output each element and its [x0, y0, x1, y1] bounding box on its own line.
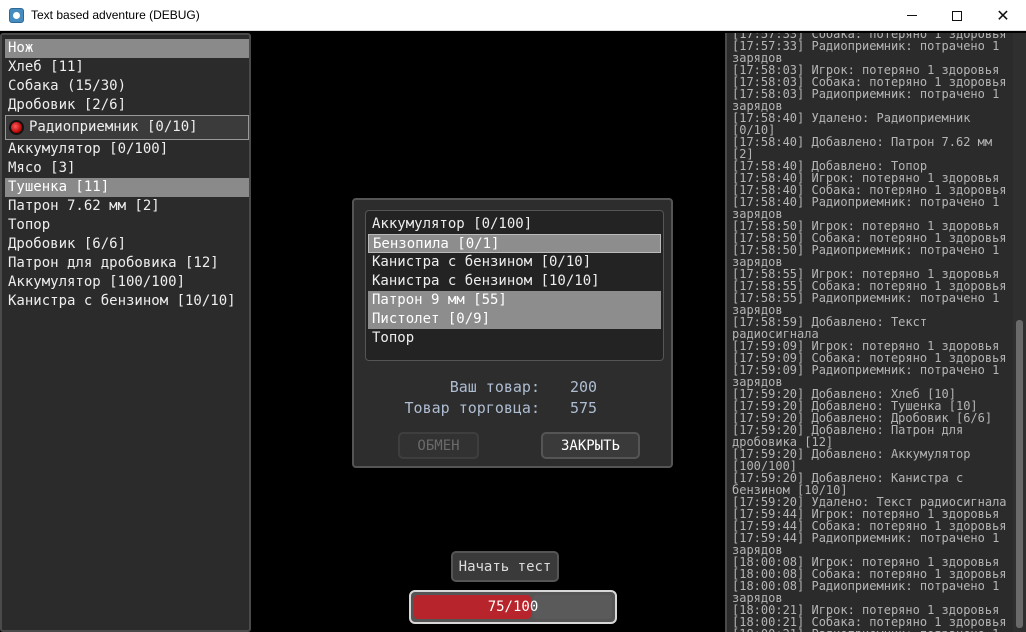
your-goods-row: Ваш товар: 200	[354, 378, 675, 398]
inventory-item[interactable]: Канистра с бензином [10/10]	[5, 292, 249, 311]
inventory-item-label: Дробовик [2/6]	[8, 97, 127, 113]
inventory-item-label: Тушенка [11]	[8, 179, 110, 195]
log-scrollbar[interactable]	[1013, 33, 1026, 632]
inventory-item-label: Хлеб [11]	[8, 59, 84, 75]
log-scroll-thumb[interactable]	[1016, 320, 1023, 628]
log-line: [17:58:59] Добавлено: Текст радиосигнала	[732, 315, 935, 341]
inventory-item-label: Аккумулятор [100/100]	[8, 274, 186, 290]
trader-goods-label: Товар торговца:	[404, 399, 540, 417]
title-bar[interactable]: Text based adventure (DEBUG) ✕	[0, 0, 1026, 31]
inventory-item[interactable]: Аккумулятор [100/100]	[5, 273, 249, 292]
inventory-item[interactable]: Патрон 7.62 мм [2]	[5, 197, 249, 216]
inventory-panel: Нож Хлеб [11] Собака (15/30) Дробовик [2/6]…	[0, 33, 251, 632]
inventory-item[interactable]: Патрон для дробовика [12]	[5, 254, 249, 273]
inventory-item[interactable]: Топор	[5, 216, 249, 235]
trader-goods-value: 575	[570, 399, 598, 417]
log-line: [17:58:40] Добавлено: Патрон 7.62 мм [2]	[732, 135, 1000, 161]
trade-item[interactable]: Бензопила [0/1]	[368, 234, 661, 253]
inventory-item-label: Радиоприемник [0/10]	[29, 119, 198, 135]
godot-icon	[9, 8, 24, 23]
trade-item[interactable]: Пистолет [0/9]	[368, 310, 661, 329]
trade-item-list: Аккумулятор [0/100] Бензопила [0/1] Канист…	[365, 210, 664, 361]
health-text: 75/100	[487, 599, 539, 615]
inventory-item-label: Патрон 7.62 мм [2]	[8, 198, 160, 214]
inventory-item[interactable]: Собака (15/30)	[5, 77, 249, 96]
inventory-list: Нож Хлеб [11] Собака (15/30) Дробовик [2/6]…	[5, 39, 249, 311]
event-log: [17:57:33] Собака: потеряно 1 здоровья [1…	[732, 33, 1010, 632]
inventory-item[interactable]: Тушенка [11]	[5, 178, 249, 197]
inventory-item[interactable]: Нож	[5, 39, 249, 58]
start-test-button[interactable]: Начать тест	[451, 551, 559, 582]
trade-item[interactable]: Канистра с бензином [10/10]	[368, 272, 661, 291]
trade-item[interactable]: Аккумулятор [0/100]	[368, 215, 661, 234]
log-line: [17:58:40] Удалено: Радиоприемник [0/10]	[732, 111, 978, 137]
inventory-item[interactable]: Дробовик [2/6]	[5, 96, 249, 115]
inventory-item[interactable]: Хлеб [11]	[5, 58, 249, 77]
trade-item[interactable]: Канистра с бензином [0/10]	[368, 253, 661, 272]
window-title: Text based adventure (DEBUG)	[31, 8, 200, 22]
log-line: [18:00:21] Радиоприемник: потрачено 1	[732, 628, 1010, 632]
trader-goods-row: Товар торговца: 575	[354, 399, 675, 419]
inventory-item-label: Патрон для дробовика [12]	[8, 255, 219, 271]
your-goods-value: 200	[570, 378, 598, 396]
maximize-button[interactable]	[934, 0, 980, 31]
trade-item[interactable]: Патрон 9 мм [55]	[368, 291, 661, 310]
close-trade-button[interactable]: ЗАКРЫТЬ	[541, 432, 640, 459]
exchange-button[interactable]: ОБМЕН	[398, 432, 479, 459]
trade-item[interactable]: Топор	[368, 329, 661, 348]
inventory-item-label: Собака (15/30)	[8, 78, 127, 94]
close-window-button[interactable]: ✕	[980, 0, 1026, 31]
inventory-item-label: Канистра с бензином [10/10]	[8, 293, 236, 309]
inventory-item-label: Топор	[8, 217, 51, 233]
your-goods-label: Ваш товар:	[449, 378, 540, 396]
maximize-icon	[952, 10, 962, 21]
inventory-item[interactable]: Радиоприемник [0/10]	[5, 115, 249, 140]
red-indicator-icon	[9, 120, 24, 135]
minimize-button[interactable]	[889, 0, 935, 31]
inventory-item-label: Аккумулятор [0/100]	[8, 141, 169, 157]
inventory-item-label: Нож	[8, 40, 34, 56]
log-panel: [17:57:33] Собака: потеряно 1 здоровья [1…	[725, 33, 1026, 632]
health-bar: 75/100	[409, 590, 617, 624]
inventory-item[interactable]: Аккумулятор [0/100]	[5, 140, 249, 159]
trade-dialog: Аккумулятор [0/100] Бензопила [0/1] Канист…	[352, 198, 673, 468]
inventory-item[interactable]: Мясо [3]	[5, 159, 249, 178]
inventory-item[interactable]: Дробовик [6/6]	[5, 235, 249, 254]
inventory-item-label: Дробовик [6/6]	[8, 236, 127, 252]
minimize-icon	[907, 15, 917, 16]
close-icon: ✕	[996, 6, 1010, 25]
inventory-item-label: Мясо [3]	[8, 160, 76, 176]
